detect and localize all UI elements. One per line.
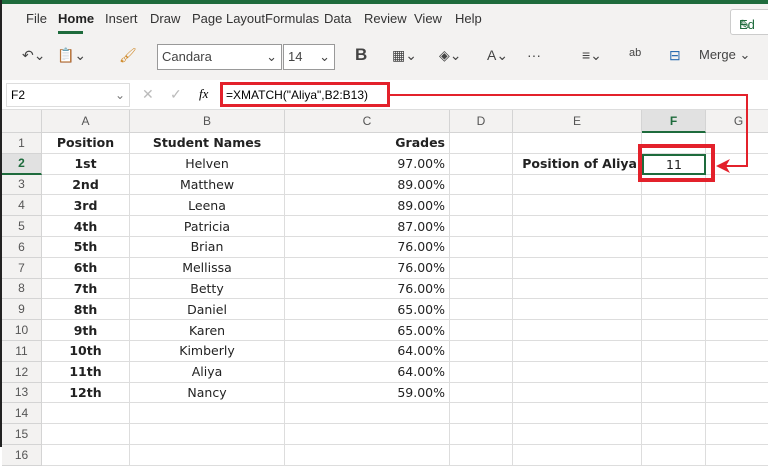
cell[interactable] (450, 445, 513, 466)
cell[interactable] (642, 445, 706, 466)
cell[interactable] (130, 445, 285, 466)
cell[interactable] (706, 445, 768, 466)
cell[interactable] (513, 445, 642, 466)
arrow-line (390, 94, 748, 167)
row-header-16[interactable]: 16 (2, 445, 42, 466)
cell[interactable] (285, 445, 450, 466)
annotation-arrow (390, 94, 748, 182)
result-highlight-box (638, 144, 715, 182)
cell[interactable] (42, 445, 130, 466)
